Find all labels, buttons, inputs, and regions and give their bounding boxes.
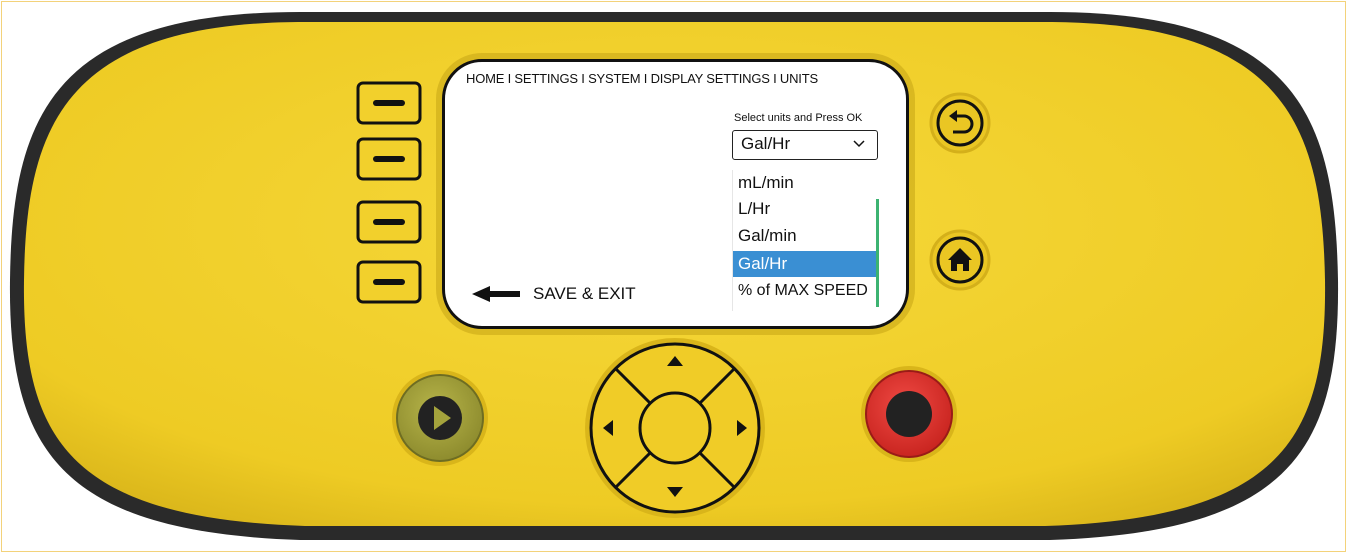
back-button[interactable]	[929, 92, 991, 154]
home-button[interactable]	[929, 229, 991, 291]
minus-bar-icon	[373, 219, 405, 225]
minus-bar-icon	[373, 279, 405, 285]
play-icon	[418, 396, 462, 440]
units-option-l-hr[interactable]: L/Hr	[733, 196, 877, 222]
soft-key-1[interactable]	[356, 81, 422, 125]
select-prompt: Select units and Press OK	[734, 112, 863, 124]
soft-key-4[interactable]	[356, 260, 422, 304]
units-dropdown-list: mL/min L/Hr Gal/min Gal/Hr % of MAX SPEE…	[732, 170, 880, 311]
units-option-max-speed[interactable]: % of MAX SPEED	[733, 278, 877, 304]
units-select[interactable]: Gal/Hr	[732, 130, 878, 160]
breadcrumb: HOME I SETTINGS I SYSTEM I DISPLAY SETTI…	[466, 71, 818, 86]
display-screen: HOME I SETTINGS I SYSTEM I DISPLAY SETTI…	[442, 59, 909, 329]
units-option-gal-hr[interactable]: Gal/Hr	[733, 251, 877, 277]
ok-button[interactable]	[638, 391, 712, 465]
play-button[interactable]	[392, 370, 488, 466]
minus-bar-icon	[373, 100, 405, 106]
left-arrow-icon	[472, 286, 520, 302]
save-exit-label: SAVE & EXIT	[533, 284, 636, 303]
stop-button[interactable]	[861, 366, 957, 462]
units-option-ml-min[interactable]: mL/min	[733, 170, 877, 196]
units-select-value: Gal/Hr	[741, 134, 791, 153]
soft-key-2[interactable]	[356, 137, 422, 181]
chevron-down-icon	[853, 140, 865, 148]
minus-bar-icon	[373, 156, 405, 162]
stop-icon	[886, 391, 932, 437]
soft-key-3[interactable]	[356, 200, 422, 244]
units-option-gal-min[interactable]: Gal/min	[733, 223, 877, 249]
dropdown-scrollbar[interactable]	[876, 199, 879, 307]
